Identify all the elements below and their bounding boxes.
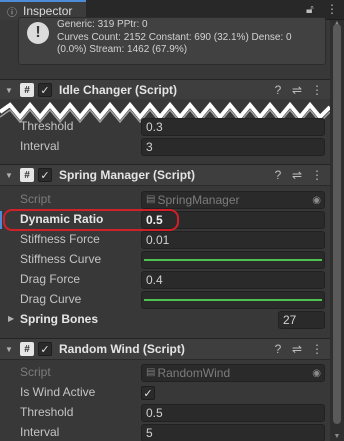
component-title: Random Wind (Script) bbox=[59, 342, 185, 356]
random-wind-enabled-checkbox[interactable]: ✓ bbox=[38, 342, 52, 356]
info-icon: ⓘ bbox=[7, 7, 17, 19]
is-wind-active-label: Is Wind Active bbox=[20, 385, 96, 399]
animation-stats-box: ! Generic: 319 PPtr: 0 Curves Count: 215… bbox=[18, 17, 326, 65]
script-label: Script bbox=[20, 192, 51, 206]
scroll-down-icon[interactable]: ▼ bbox=[332, 433, 342, 441]
stiffness-force-row: Stiffness Force 0.01 bbox=[0, 230, 330, 250]
drag-curve-row: Drag Curve bbox=[0, 290, 330, 310]
help-icon[interactable]: ? bbox=[271, 342, 285, 356]
wind-threshold-row: Threshold 0.5 bbox=[0, 403, 330, 423]
component-title: Spring Manager (Script) bbox=[59, 168, 196, 182]
component-menu-icon[interactable]: ⋮ bbox=[310, 168, 324, 182]
chevron-down-icon[interactable]: ▼ bbox=[2, 345, 16, 354]
wind-threshold-field[interactable]: 0.5 bbox=[141, 404, 325, 422]
stiffness-curve-row: Stiffness Curve bbox=[0, 250, 330, 270]
stiffness-force-label: Stiffness Force bbox=[20, 232, 100, 246]
chevron-down-icon[interactable]: ▼ bbox=[2, 171, 16, 180]
component-menu-icon[interactable]: ⋮ bbox=[310, 83, 324, 97]
dynamic-ratio-label: Dynamic Ratio bbox=[20, 212, 104, 226]
stiffness-force-field[interactable]: 0.01 bbox=[141, 231, 325, 249]
random-wind-header[interactable]: ▼ # ✓ Random Wind (Script) ? ⇌ ⋮ bbox=[0, 338, 330, 360]
wind-script-row: Script ▤ RandomWind ◉ bbox=[0, 363, 330, 383]
spring-manager-enabled-checkbox[interactable]: ✓ bbox=[38, 168, 52, 182]
spring-bones-count-field[interactable]: 27 bbox=[278, 311, 325, 329]
interval-label: Interval bbox=[20, 425, 60, 439]
curve-line bbox=[144, 259, 322, 261]
scrollbar-thumb[interactable] bbox=[333, 24, 341, 424]
interval-label: Interval bbox=[20, 139, 60, 153]
stats-line: Curves Count: 2152 Constant: 690 (32.1%)… bbox=[57, 31, 292, 43]
dynamic-ratio-field[interactable]: 0.5 bbox=[141, 211, 325, 229]
wind-interval-row: Interval 5 bbox=[0, 423, 330, 441]
script-reference-value: RandomWind bbox=[157, 366, 231, 380]
help-icon[interactable]: ? bbox=[271, 168, 285, 182]
spring-manager-header[interactable]: ▼ # ✓ Spring Manager (Script) ? ⇌ ⋮ bbox=[0, 164, 330, 186]
script-label: Script bbox=[20, 365, 51, 379]
preset-icon[interactable]: ⇌ bbox=[290, 168, 304, 182]
inspector-tab-label: Inspector bbox=[23, 4, 73, 18]
idle-interval-row: Interval 3 bbox=[0, 137, 330, 157]
stats-line: (0.0%) Stream: 1462 (67.9%) bbox=[57, 44, 188, 55]
preset-icon[interactable]: ⇌ bbox=[290, 342, 304, 356]
spring-bones-label: Spring Bones bbox=[20, 312, 99, 326]
script-icon: # bbox=[20, 83, 34, 97]
idle-changer-header[interactable]: ▼ # ✓ Idle Changer (Script) ? ⇌ ⋮ bbox=[0, 79, 330, 101]
drag-curve-label: Drag Curve bbox=[20, 292, 82, 306]
stiffness-curve-field[interactable] bbox=[141, 251, 325, 269]
script-icon: # bbox=[20, 342, 34, 356]
script-reference-value: SpringManager bbox=[157, 193, 240, 207]
drag-force-row: Drag Force 0.4 bbox=[0, 270, 330, 290]
drag-force-field[interactable]: 0.4 bbox=[141, 271, 325, 289]
idle-threshold-row: Threshold 0.3 bbox=[0, 117, 330, 137]
wind-script-field[interactable]: ▤ RandomWind ◉ bbox=[141, 364, 325, 382]
chevron-down-icon[interactable]: ▼ bbox=[2, 86, 16, 95]
script-file-icon: ▤ bbox=[146, 194, 156, 205]
spring-script-field[interactable]: ▤ SpringManager ◉ bbox=[141, 191, 325, 209]
dynamic-ratio-row: Dynamic Ratio 0.5 bbox=[0, 210, 330, 230]
idle-threshold-field[interactable]: 0.3 bbox=[141, 118, 325, 136]
wind-interval-field[interactable]: 5 bbox=[141, 424, 325, 441]
preset-icon[interactable]: ⇌ bbox=[290, 83, 304, 97]
object-picker-icon[interactable]: ◉ bbox=[312, 366, 321, 382]
script-icon: # bbox=[20, 168, 34, 182]
info-badge-icon: ! bbox=[27, 22, 49, 44]
stiffness-curve-label: Stiffness Curve bbox=[20, 252, 102, 266]
stats-line: Generic: 319 PPtr: 0 bbox=[57, 19, 148, 30]
is-wind-active-checkbox[interactable]: ✓ bbox=[141, 386, 155, 400]
is-wind-active-row: Is Wind Active ✓ bbox=[0, 383, 330, 403]
drag-curve-field[interactable] bbox=[141, 291, 325, 309]
chevron-right-icon[interactable]: ▶ bbox=[8, 314, 14, 323]
threshold-label: Threshold bbox=[20, 119, 74, 133]
threshold-label: Threshold bbox=[20, 405, 74, 419]
idle-interval-field[interactable]: 3 bbox=[141, 138, 325, 156]
component-menu-icon[interactable]: ⋮ bbox=[310, 342, 324, 356]
component-title: Idle Changer (Script) bbox=[59, 83, 178, 97]
object-picker-icon[interactable]: ◉ bbox=[312, 193, 321, 209]
script-file-icon: ▤ bbox=[146, 367, 156, 378]
spring-script-row: Script ▤ SpringManager ◉ bbox=[0, 190, 330, 210]
curve-line bbox=[144, 299, 322, 301]
lock-icon[interactable]: 🔓︎ bbox=[306, 2, 314, 17]
kebab-menu-icon[interactable]: ⋮ bbox=[326, 2, 338, 16]
vertical-scrollbar[interactable]: ▲ ▼ bbox=[330, 20, 344, 441]
spring-bones-row[interactable]: ▶ Spring Bones 27 bbox=[0, 310, 330, 330]
idle-changer-enabled-checkbox[interactable]: ✓ bbox=[38, 83, 52, 97]
drag-force-label: Drag Force bbox=[20, 272, 81, 286]
help-icon[interactable]: ? bbox=[271, 83, 285, 97]
